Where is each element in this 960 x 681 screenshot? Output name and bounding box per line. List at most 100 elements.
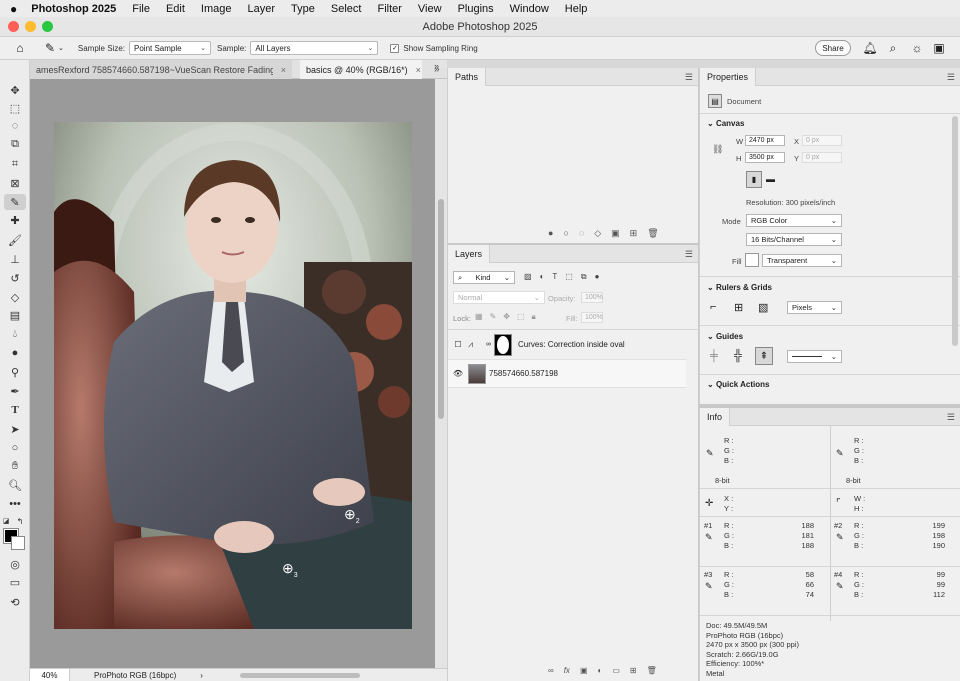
home-icon[interactable]: ⌂	[12, 40, 28, 56]
properties-scrollbar[interactable]	[952, 116, 958, 346]
menu-window[interactable]: Window	[510, 3, 549, 15]
panel-menu-icon[interactable]: ☰	[947, 412, 955, 423]
object-selection-tool-icon[interactable]: ⧉	[4, 136, 26, 152]
rulers-icon[interactable]: ⌐	[710, 301, 716, 313]
default-colors-icon[interactable]: ◪	[1, 513, 11, 529]
link-dimensions-icon[interactable]: ⛓︎	[712, 144, 723, 155]
crop-tool-icon[interactable]: ⌗	[4, 156, 26, 172]
eraser-tool-icon[interactable]: ◇	[4, 289, 26, 305]
marquee-tool-icon[interactable]: ⬚	[4, 100, 26, 116]
color-mode-select[interactable]: RGB Color ⌄	[746, 214, 842, 227]
menu-file[interactable]: File	[132, 3, 150, 15]
panel-menu-icon[interactable]: ☰	[685, 249, 693, 260]
tab-layers[interactable]: Layers	[448, 245, 491, 263]
new-adjustment-icon[interactable]: ◐	[598, 666, 603, 675]
fill-field[interactable]: 100%	[581, 312, 603, 323]
menu-filter[interactable]: Filter	[377, 3, 401, 15]
healing-brush-tool-icon[interactable]: ✚	[4, 212, 26, 228]
color-sampler-3-icon[interactable]: ⊕3	[282, 560, 298, 579]
portrait-orientation-icon[interactable]: ▮	[746, 171, 762, 188]
tab-restore-fading[interactable]: amesRexford 758574660.587198~VueScan Res…	[30, 60, 292, 79]
canvas-fill-select[interactable]: Transparent ⌄	[762, 254, 842, 267]
link-icon[interactable]: ∞	[486, 341, 494, 348]
status-menu-arrow[interactable]: ›	[200, 671, 203, 680]
brightness-icon[interactable]: ☼	[909, 40, 925, 56]
opacity-field[interactable]: 100%	[581, 292, 603, 303]
grid-icon[interactable]: ⊞	[734, 301, 743, 314]
document-photo[interactable]: ⊕2 ⊕3	[54, 122, 412, 629]
history-brush-tool-icon[interactable]: ↺	[4, 270, 26, 286]
new-group-icon[interactable]: ▭	[612, 666, 620, 675]
eyedropper-tool-icon[interactable]: ✎	[4, 194, 26, 210]
tab-basics[interactable]: basics @ 40% (RGB/16*) ×	[300, 60, 422, 79]
path-selection-tool-icon[interactable]: ➤	[4, 421, 26, 437]
lock-transparent-icon[interactable]: ▦	[475, 312, 483, 322]
bit-depth-select[interactable]: 16 Bits/Channel ⌄	[746, 233, 842, 246]
generative-icon[interactable]: ⟲	[4, 594, 26, 610]
ellipse-tool-icon[interactable]: ○	[4, 440, 26, 456]
delete-layer-icon[interactable]: 🗑︎	[647, 666, 657, 675]
delete-path-icon[interactable]: 🗑︎	[647, 228, 658, 239]
fill-swatch[interactable]	[745, 253, 759, 267]
menu-select[interactable]: Select	[331, 3, 362, 15]
tab-properties[interactable]: Properties	[700, 68, 757, 86]
canvas-section-title[interactable]: ⌄ Canvas	[707, 119, 744, 128]
pen-tool-icon[interactable]: ✒	[4, 383, 26, 399]
make-path-icon[interactable]: ◇	[594, 228, 601, 239]
canvas-x-field[interactable]: 0 px	[802, 135, 842, 146]
layer-filter-select[interactable]: ⌕ Kind ⌄	[453, 271, 515, 284]
layer-row-curves[interactable]: ☐ ⩘ ∞ Curves: Correction inside oval	[448, 330, 686, 360]
menu-plugins[interactable]: Plugins	[458, 3, 494, 15]
lock-image-icon[interactable]: ✎	[490, 312, 497, 322]
apple-icon[interactable]: ●	[10, 2, 17, 16]
more-tools-icon[interactable]: •••	[4, 496, 26, 512]
zoom-tool-icon[interactable]: 🔍︎	[4, 477, 26, 493]
canvas-area[interactable]: ⊕2 ⊕3	[30, 79, 435, 668]
close-tab-icon[interactable]: ×	[416, 65, 421, 75]
new-path-icon[interactable]: ⊞	[630, 228, 638, 239]
filter-toggle-icon[interactable]: ●	[595, 272, 600, 282]
canvas-vertical-scrollbar[interactable]	[435, 79, 447, 668]
color-sampler-2-icon[interactable]: ⊕2	[344, 506, 360, 525]
lock-all-icon[interactable]: 🔒︎	[532, 312, 536, 322]
landscape-orientation-icon[interactable]: ▬	[766, 174, 775, 184]
guide-layout-icon[interactable]: ╬	[734, 350, 742, 362]
lock-artboard-icon[interactable]: ⬚	[517, 312, 525, 322]
panel-menu-icon[interactable]: ☰	[685, 72, 693, 83]
bell-icon[interactable]: 🔔︎	[862, 40, 878, 56]
new-layer-icon[interactable]: ⊞	[630, 666, 637, 675]
canvas-height-field[interactable]: 3500 px	[745, 152, 785, 163]
blur-tool-icon[interactable]: 💧︎	[4, 326, 26, 342]
menu-type[interactable]: Type	[291, 3, 315, 15]
scroll-thumb[interactable]	[438, 199, 444, 419]
menu-view[interactable]: View	[418, 3, 442, 15]
eye-icon[interactable]: 👁︎	[448, 369, 468, 378]
gradient-tool-icon[interactable]: ▤	[4, 307, 26, 323]
zoom-field[interactable]: 40%	[30, 668, 70, 681]
workspace-icon[interactable]: ▣	[931, 40, 947, 56]
visibility-toggle-hidden[interactable]: ☐	[448, 340, 468, 349]
layer-mask-thumbnail[interactable]	[494, 333, 512, 356]
screen-mode-icon[interactable]: ▭	[4, 574, 26, 590]
filter-smartobject-icon[interactable]: ⧉	[581, 272, 587, 282]
guides-section-title[interactable]: ⌄ Guides	[707, 332, 743, 341]
guide-style-select[interactable]: ⌄	[787, 350, 842, 363]
quick-actions-section-title[interactable]: ⌄ Quick Actions	[707, 380, 769, 389]
stroke-path-icon[interactable]: ○	[563, 228, 568, 239]
menu-app-name[interactable]: Photoshop 2025	[31, 3, 116, 15]
menu-layer[interactable]: Layer	[248, 3, 276, 15]
link-layers-icon[interactable]: ∞	[548, 666, 554, 675]
lasso-tool-icon[interactable]: ◌	[4, 118, 26, 134]
rulers-section-title[interactable]: ⌄ Rulers & Grids	[707, 283, 772, 292]
menu-help[interactable]: Help	[565, 3, 588, 15]
smudge-tool-icon[interactable]: ⚲	[4, 364, 26, 380]
clone-stamp-tool-icon[interactable]: ⊥	[4, 251, 26, 267]
add-mask-icon[interactable]: ▣	[580, 666, 588, 675]
canvas-y-field[interactable]: 0 px	[802, 152, 842, 163]
sample-select[interactable]: All Layers ⌄	[250, 41, 379, 55]
layer-row-photo[interactable]: 👁︎ 758574660.587198	[448, 360, 686, 388]
layer-thumbnail[interactable]	[468, 363, 486, 384]
collapse-panels-icon[interactable]: »	[434, 61, 439, 71]
filter-adjustment-icon[interactable]: ◐	[540, 272, 545, 282]
frame-tool-icon[interactable]: ⊠	[4, 175, 26, 191]
